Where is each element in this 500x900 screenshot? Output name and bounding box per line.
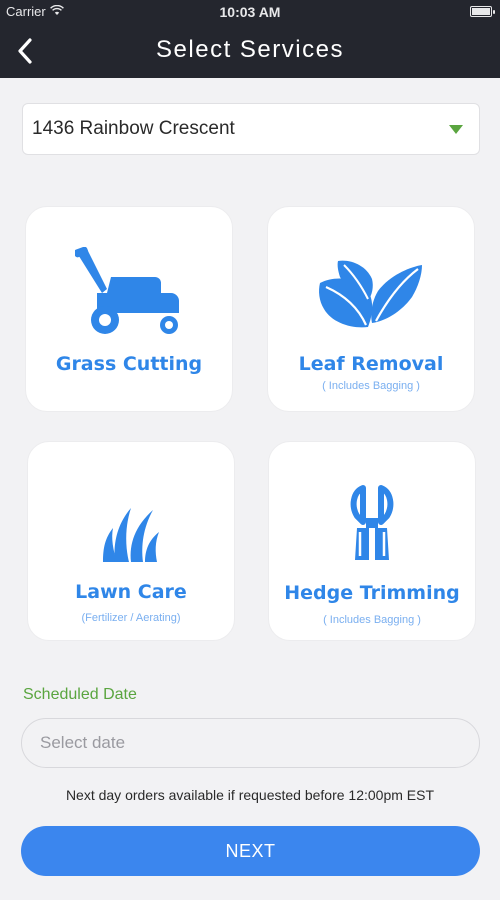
service-label: Lawn Care <box>75 581 187 603</box>
battery-icon <box>470 6 495 17</box>
top-bar: Carrier 10:03 AM Select Services <box>0 0 500 78</box>
address-value: 1436 Rainbow Crescent <box>32 118 235 139</box>
service-tile-hedge-trimming[interactable]: Hedge Trimming ( Includes Bagging ) <box>268 441 476 641</box>
page-title: Select Services <box>156 36 344 63</box>
dropdown-caret-icon <box>449 125 463 134</box>
scheduled-date-label: Scheduled Date <box>23 686 137 703</box>
service-label: Grass Cutting <box>55 353 203 375</box>
grass-icon <box>28 500 234 564</box>
service-tile-lawn-care[interactable]: Lawn Care (Fertilizer / Aerating) <box>27 441 235 641</box>
service-sublabel: ( Includes Bagging ) <box>323 614 421 626</box>
navigation-bar: Select Services <box>0 24 500 78</box>
service-tile-leaf-removal[interactable]: Leaf Removal ( Includes Bagging ) <box>267 206 475 412</box>
next-button[interactable]: NEXT <box>21 826 480 876</box>
lawn-mower-icon <box>26 247 232 339</box>
service-sublabel: (Fertilizer / Aerating) <box>81 612 181 624</box>
service-label: Leaf Removal <box>298 353 444 375</box>
order-note: Next day orders available if requested b… <box>65 787 435 803</box>
status-time: 10:03 AM <box>219 4 281 20</box>
date-input[interactable] <box>21 718 480 768</box>
service-sublabel: ( Includes Bagging ) <box>322 380 420 392</box>
leaves-icon <box>268 255 474 331</box>
service-tile-grass-cutting[interactable]: Grass Cutting <box>25 206 233 412</box>
service-label: Hedge Trimming <box>284 582 460 604</box>
status-bar: Carrier 10:03 AM <box>0 0 500 24</box>
address-select[interactable]: 1436 Rainbow Crescent <box>22 103 480 155</box>
hedge-shears-icon <box>269 484 475 564</box>
